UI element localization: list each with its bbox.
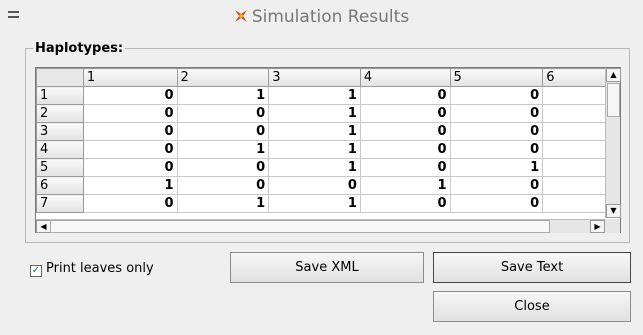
table-cell[interactable]: 1 [176, 194, 270, 213]
row-header[interactable]: 7 [36, 194, 84, 213]
window-title: Simulation Results [0, 7, 643, 27]
table-corner-header [36, 68, 84, 87]
table-cell[interactable]: 0 [449, 194, 544, 213]
scroll-up-icon[interactable]: ▲ [606, 68, 621, 82]
table-cell[interactable] [542, 86, 613, 105]
window-title-text: Simulation Results [251, 7, 410, 27]
save-text-button[interactable]: Save Text [433, 252, 631, 283]
row-header[interactable]: 4 [36, 140, 84, 159]
table-row[interactable]: 610010 [36, 176, 620, 195]
table-cell[interactable]: 0 [268, 176, 361, 195]
checkbox-check-icon[interactable]: ✓ [30, 265, 42, 277]
table-cell[interactable]: 0 [449, 140, 544, 159]
table-cell[interactable]: 0 [359, 122, 451, 141]
horizontal-scroll-thumb[interactable] [50, 220, 550, 233]
table-cell[interactable]: 1 [268, 104, 361, 123]
haplotypes-table-frame: 123456 101100200100300100401100500101610… [35, 67, 621, 233]
table-cell[interactable]: 1 [268, 158, 361, 177]
print-leaves-only-checkbox[interactable]: ✓ Print leaves only [30, 261, 154, 277]
table-cell[interactable]: 0 [82, 86, 178, 105]
table-cell[interactable]: 0 [82, 122, 178, 141]
column-header[interactable]: 4 [359, 68, 451, 87]
table-cell[interactable]: 0 [82, 194, 178, 213]
table-cell[interactable] [542, 140, 613, 159]
row-header[interactable]: 2 [36, 104, 84, 123]
column-header[interactable]: 5 [449, 68, 544, 87]
table-row[interactable]: 500101 [36, 158, 620, 177]
table-cell[interactable]: 0 [449, 122, 544, 141]
table-cell[interactable]: 1 [268, 140, 361, 159]
row-header[interactable]: 5 [36, 158, 84, 177]
table-row[interactable]: 200100 [36, 104, 620, 123]
table-row[interactable]: 401100 [36, 140, 620, 159]
row-header[interactable]: 1 [36, 86, 84, 105]
table-row[interactable]: 101100 [36, 86, 620, 105]
table-cell[interactable]: 0 [82, 104, 178, 123]
save-xml-button[interactable]: Save XML [230, 252, 424, 283]
table-cell[interactable]: 1 [268, 194, 361, 213]
column-header[interactable]: 3 [268, 68, 361, 87]
print-leaves-only-label: Print leaves only [46, 261, 154, 276]
table-cell[interactable]: 0 [449, 86, 544, 105]
row-header[interactable]: 6 [36, 176, 84, 195]
row-header[interactable]: 3 [36, 122, 84, 141]
table-cell[interactable]: 0 [176, 176, 270, 195]
table-cell[interactable] [542, 194, 613, 213]
table-cell[interactable]: 1 [82, 176, 178, 195]
horizontal-scrollbar[interactable]: ◀ ▶ [36, 219, 605, 233]
table-cell[interactable]: 1 [268, 122, 361, 141]
vertical-scrollbar[interactable]: ▲ ▼ [605, 68, 621, 218]
haplotypes-table: 123456 101100200100300100401100500101610… [36, 68, 620, 213]
table-cell[interactable]: 1 [359, 176, 451, 195]
column-header[interactable]: 2 [176, 68, 270, 87]
table-cell[interactable]: 1 [268, 86, 361, 105]
column-header[interactable]: 1 [82, 68, 178, 87]
table-cell[interactable]: 0 [449, 104, 544, 123]
table-cell[interactable]: 1 [176, 86, 270, 105]
table-cell[interactable] [542, 122, 613, 141]
table-cell[interactable]: 0 [359, 104, 451, 123]
table-cell[interactable]: 0 [449, 176, 544, 195]
column-header[interactable]: 6 [542, 68, 613, 87]
table-cell[interactable]: 0 [82, 158, 178, 177]
table-row[interactable]: 300100 [36, 122, 620, 141]
table-cell[interactable]: 0 [359, 158, 451, 177]
table-cell[interactable] [542, 158, 613, 177]
haplotypes-group-label: Haplotypes: [33, 41, 126, 56]
table-cell[interactable]: 0 [176, 122, 270, 141]
table-cell[interactable] [542, 176, 613, 195]
scroll-down-icon[interactable]: ▼ [606, 204, 621, 218]
scroll-right-icon[interactable]: ▶ [590, 220, 605, 233]
table-cell[interactable]: 0 [359, 194, 451, 213]
table-cell[interactable]: 1 [176, 140, 270, 159]
table-cell[interactable]: 1 [449, 158, 544, 177]
app-logo-icon [234, 10, 247, 22]
scroll-left-icon[interactable]: ◀ [36, 220, 51, 233]
close-button[interactable]: Close [433, 291, 631, 322]
title-bar: Simulation Results [0, 0, 643, 36]
table-cell[interactable]: 0 [359, 140, 451, 159]
table-cell[interactable] [542, 104, 613, 123]
table-cell[interactable]: 0 [82, 140, 178, 159]
scroll-corner [605, 219, 620, 233]
table-cell[interactable]: 0 [176, 104, 270, 123]
vertical-scroll-thumb[interactable] [607, 83, 620, 117]
table-row[interactable]: 701100 [36, 194, 620, 213]
table-cell[interactable]: 0 [176, 158, 270, 177]
table-cell[interactable]: 0 [359, 86, 451, 105]
